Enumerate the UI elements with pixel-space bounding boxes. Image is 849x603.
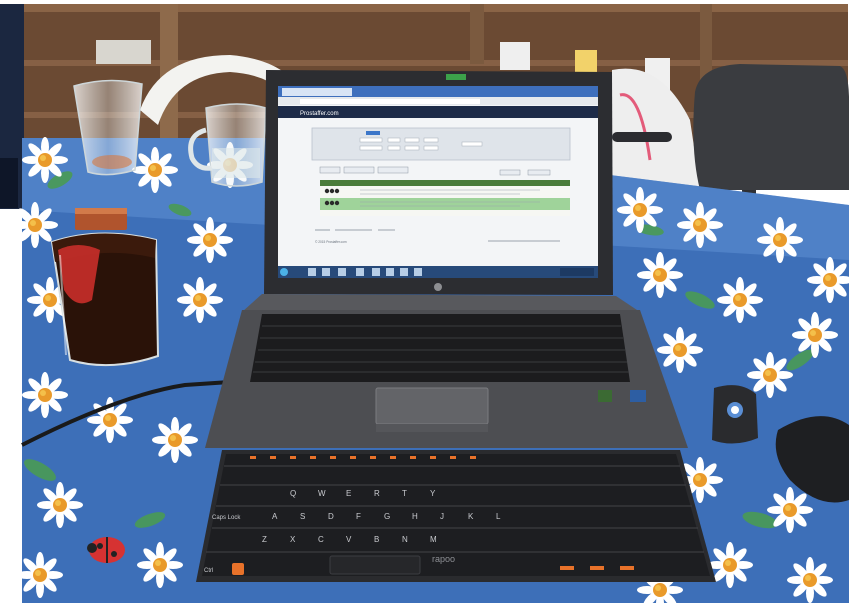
action-button-1[interactable]	[319, 166, 341, 174]
from-time-input[interactable]	[387, 137, 401, 143]
key-l[interactable]: L	[496, 512, 501, 521]
system-tray[interactable]	[560, 268, 594, 276]
taskbar-app-icon[interactable]	[400, 268, 408, 276]
key-x[interactable]: X	[290, 535, 296, 544]
key-g[interactable]: G	[384, 512, 390, 521]
external-keyboard[interactable]: Q W E R T Y A S D F G H J K L Z X C V B …	[196, 450, 716, 582]
webcam-sticker	[446, 74, 466, 80]
key-d[interactable]: D	[328, 512, 334, 521]
price-input[interactable]	[404, 137, 420, 143]
fn-key[interactable]	[232, 563, 244, 575]
action-button-4[interactable]	[499, 169, 521, 176]
start-button-icon[interactable]	[280, 268, 288, 276]
windows-sticker	[630, 390, 646, 402]
key-caps-lock[interactable]: Caps Lock	[212, 515, 241, 521]
taskbar-app-icon[interactable]	[356, 268, 364, 276]
photo-scene: Prostaffer.com © 2015 Prostaffer.com Q W…	[0, 0, 849, 603]
copyright-text: © 2015 Prostaffer.com	[315, 240, 347, 244]
key-e[interactable]: E	[346, 489, 351, 498]
amd-sticker	[598, 390, 612, 402]
key-v[interactable]: V	[346, 535, 352, 544]
tea-glass	[50, 232, 160, 367]
from-date-input[interactable]	[359, 137, 383, 143]
search-toggle[interactable]	[366, 131, 380, 135]
key-m[interactable]: M	[430, 535, 437, 544]
laptop-screen: Prostaffer.com © 2015 Prostaffer.com	[278, 86, 598, 278]
key-j[interactable]: J	[440, 512, 444, 521]
hp-logo-icon	[434, 283, 442, 291]
key-q[interactable]: Q	[290, 489, 296, 498]
key-k[interactable]: K	[468, 512, 474, 521]
action-button-5[interactable]	[527, 169, 551, 176]
quantity-input[interactable]	[423, 137, 439, 143]
action-button-3[interactable]	[377, 166, 409, 174]
key-n[interactable]: N	[402, 535, 408, 544]
key-s[interactable]: S	[300, 512, 305, 521]
key-w[interactable]: W	[318, 489, 326, 498]
taskbar-app-icon[interactable]	[338, 268, 346, 276]
key-z[interactable]: Z	[262, 535, 267, 544]
browser-tab[interactable]	[282, 88, 352, 96]
key-b[interactable]: B	[374, 535, 379, 544]
touchpad-buttons[interactable]	[376, 424, 488, 432]
search-form	[311, 127, 571, 161]
taskbar-app-icon[interactable]	[372, 268, 380, 276]
taskbar-app-icon[interactable]	[308, 268, 316, 276]
filter-select[interactable]	[461, 141, 483, 147]
taskbar-app-icon[interactable]	[386, 268, 394, 276]
address-bar[interactable]	[300, 99, 480, 104]
key-c[interactable]: C	[318, 535, 324, 544]
key-h[interactable]: H	[412, 512, 418, 521]
table-row[interactable]	[320, 186, 570, 198]
touchpad[interactable]	[375, 387, 489, 425]
taskbar-app-icon[interactable]	[322, 268, 330, 276]
key-ctrl[interactable]: Ctrl	[204, 568, 213, 574]
key-f[interactable]: F	[356, 512, 361, 521]
site-logo-text[interactable]: Prostaffer.com	[300, 111, 339, 117]
car-key-fob	[712, 385, 758, 444]
rapoo-brand-label: rapoo	[432, 554, 455, 564]
key-r[interactable]: R	[374, 489, 380, 498]
key-t[interactable]: T	[402, 489, 407, 498]
key-a[interactable]: A	[272, 512, 278, 521]
action-button-2[interactable]	[343, 166, 375, 174]
table-row-highlighted[interactable]	[320, 198, 570, 210]
results-table-header	[320, 180, 570, 186]
taskbar-app-icon[interactable]	[414, 268, 422, 276]
space-bar[interactable]	[329, 555, 421, 575]
to-time-input[interactable]	[387, 145, 401, 151]
to-date-input[interactable]	[359, 145, 383, 151]
key-y[interactable]: Y	[430, 489, 436, 498]
